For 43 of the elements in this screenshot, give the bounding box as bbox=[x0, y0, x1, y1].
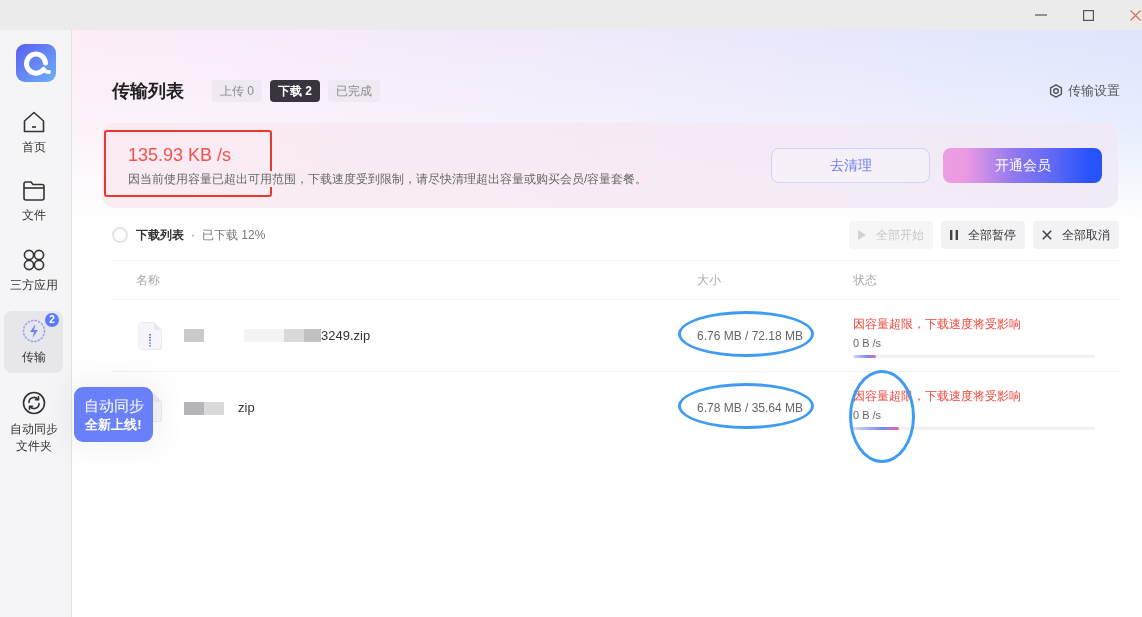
lightning-icon bbox=[21, 319, 46, 343]
membership-button[interactable]: 开通会员 bbox=[943, 148, 1102, 183]
notice-message: 因当前使用容量已超出可用范围，下载速度受到限制，请尽快清理超出容量或购买会员/容量套餐。 bbox=[128, 170, 648, 187]
file-size: 6.78 MB / 35.64 MB bbox=[697, 400, 804, 417]
sidebar-item[interactable]: 文件 bbox=[4, 173, 63, 231]
sidebar-item[interactable]: 自动同步文件夹 bbox=[4, 383, 63, 462]
maximize-icon[interactable] bbox=[1083, 9, 1094, 21]
pause-all-button[interactable]: 全部暂停 bbox=[941, 221, 1025, 249]
sidebar-item[interactable]: 传输 2 bbox=[4, 311, 63, 373]
column-header: 名称 bbox=[135, 272, 161, 289]
separator-dot: · bbox=[191, 227, 195, 244]
zip-file-icon bbox=[138, 321, 162, 350]
sync-icon bbox=[21, 391, 46, 415]
close-icon bbox=[1042, 230, 1052, 240]
page-title: 传输列表 bbox=[112, 79, 184, 103]
download-progress-text: 已下载 12% bbox=[202, 227, 266, 244]
speed-text: 0 B /s bbox=[853, 336, 883, 350]
app-logo bbox=[15, 44, 56, 82]
pause-icon bbox=[950, 230, 958, 240]
tooltip-subtitle: 全新上线! bbox=[85, 415, 142, 434]
folder-icon bbox=[22, 181, 45, 201]
speed-reading: 135.93 KB /s bbox=[128, 143, 233, 166]
column-header: 大小 bbox=[697, 272, 722, 289]
speed-text: 0 B /s bbox=[853, 408, 883, 422]
file-size: 6.76 MB / 72.18 MB bbox=[697, 327, 804, 345]
file-name: 3249.zip bbox=[321, 326, 371, 345]
home-icon bbox=[22, 111, 45, 133]
file-name: zip bbox=[238, 399, 255, 418]
tooltip-title: 自动同步 bbox=[83, 395, 144, 416]
filter-tab[interactable]: 下载 2 bbox=[270, 80, 321, 102]
column-header: 状态 bbox=[853, 272, 878, 289]
play-icon bbox=[858, 230, 866, 240]
close-icon[interactable] bbox=[1130, 9, 1141, 21]
list-title: 下载列表 bbox=[136, 227, 184, 244]
transfer-settings-link[interactable]: 传输设置 bbox=[1049, 81, 1120, 101]
settings-icon bbox=[1049, 84, 1063, 98]
apps-grid-icon bbox=[22, 249, 45, 271]
count-badge: 2 bbox=[45, 313, 59, 327]
status-warning: 因容量超限，下载速度将受影响 bbox=[853, 316, 1022, 332]
cancel-all-button[interactable]: 全部取消 bbox=[1033, 221, 1119, 249]
select-all-radio[interactable] bbox=[112, 227, 128, 243]
sidebar-item[interactable]: 首页 bbox=[4, 103, 63, 163]
sidebar-item[interactable]: 三方应用 bbox=[4, 241, 63, 301]
